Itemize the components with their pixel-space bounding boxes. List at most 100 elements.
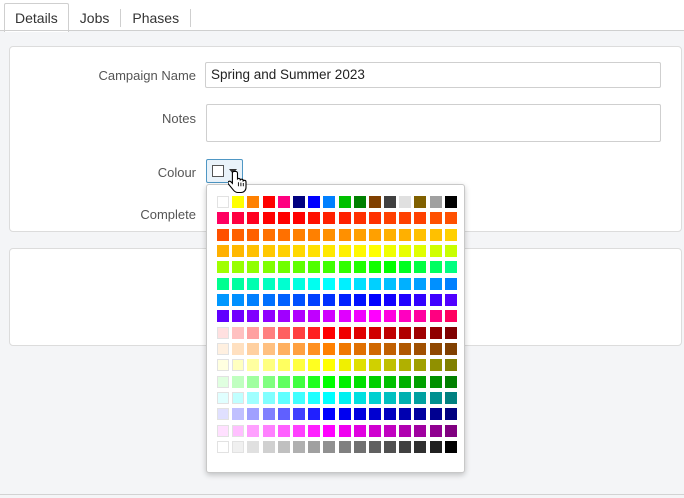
palette-swatch[interactable] — [217, 375, 229, 388]
palette-swatch[interactable] — [399, 245, 412, 258]
palette-swatch[interactable] — [414, 375, 427, 388]
palette-swatch[interactable] — [338, 228, 351, 241]
palette-swatch[interactable] — [414, 392, 427, 405]
tab-jobs[interactable]: Jobs — [69, 3, 121, 31]
palette-swatch[interactable] — [338, 245, 351, 258]
palette-swatch[interactable] — [277, 343, 290, 356]
palette-swatch[interactable] — [429, 441, 442, 454]
palette-swatch[interactable] — [444, 392, 457, 405]
palette-swatch[interactable] — [217, 441, 229, 454]
palette-swatch[interactable] — [414, 196, 427, 208]
palette-swatch[interactable] — [247, 228, 260, 241]
palette-swatch[interactable] — [247, 261, 260, 274]
palette-swatch[interactable] — [292, 228, 305, 241]
palette-swatch[interactable] — [232, 408, 245, 421]
palette-swatch[interactable] — [217, 245, 229, 258]
palette-swatch[interactable] — [308, 408, 321, 421]
palette-swatch[interactable] — [368, 277, 381, 290]
palette-swatch[interactable] — [384, 441, 397, 454]
palette-swatch[interactable] — [368, 245, 381, 258]
palette-swatch[interactable] — [444, 261, 457, 274]
palette-swatch[interactable] — [308, 228, 321, 241]
palette-swatch[interactable] — [444, 408, 457, 421]
palette-swatch[interactable] — [353, 196, 366, 208]
palette-swatch[interactable] — [444, 310, 457, 323]
palette-swatch[interactable] — [384, 277, 397, 290]
palette-swatch[interactable] — [414, 408, 427, 421]
palette-swatch[interactable] — [338, 326, 351, 339]
palette-swatch[interactable] — [232, 326, 245, 339]
palette-swatch[interactable] — [323, 375, 336, 388]
palette-swatch[interactable] — [384, 424, 397, 437]
palette-swatch[interactable] — [338, 408, 351, 421]
palette-swatch[interactable] — [262, 408, 275, 421]
palette-swatch[interactable] — [353, 359, 366, 372]
palette-swatch[interactable] — [247, 392, 260, 405]
palette-swatch[interactable] — [323, 408, 336, 421]
palette-swatch[interactable] — [399, 343, 412, 356]
palette-swatch[interactable] — [414, 343, 427, 356]
palette-swatch[interactable] — [323, 343, 336, 356]
palette-swatch[interactable] — [384, 212, 397, 225]
palette-swatch[interactable] — [292, 212, 305, 225]
palette-swatch[interactable] — [353, 424, 366, 437]
palette-swatch[interactable] — [262, 343, 275, 356]
palette-swatch[interactable] — [292, 245, 305, 258]
tab-details[interactable]: Details — [4, 3, 69, 32]
palette-swatch[interactable] — [444, 245, 457, 258]
palette-swatch[interactable] — [247, 441, 260, 454]
palette-swatch[interactable] — [277, 196, 290, 208]
palette-swatch[interactable] — [262, 261, 275, 274]
palette-swatch[interactable] — [368, 359, 381, 372]
palette-swatch[interactable] — [308, 359, 321, 372]
palette-swatch[interactable] — [308, 196, 321, 208]
palette-swatch[interactable] — [399, 326, 412, 339]
palette-swatch[interactable] — [217, 277, 229, 290]
palette-swatch[interactable] — [232, 310, 245, 323]
palette-swatch[interactable] — [308, 277, 321, 290]
palette-swatch[interactable] — [399, 441, 412, 454]
palette-swatch[interactable] — [353, 277, 366, 290]
palette-swatch[interactable] — [399, 261, 412, 274]
palette-swatch[interactable] — [399, 408, 412, 421]
palette-swatch[interactable] — [444, 424, 457, 437]
palette-swatch[interactable] — [353, 261, 366, 274]
palette-swatch[interactable] — [247, 343, 260, 356]
palette-swatch[interactable] — [429, 196, 442, 208]
palette-swatch[interactable] — [399, 359, 412, 372]
palette-swatch[interactable] — [399, 294, 412, 307]
palette-swatch[interactable] — [368, 212, 381, 225]
palette-swatch[interactable] — [444, 228, 457, 241]
palette-swatch[interactable] — [414, 359, 427, 372]
palette-swatch[interactable] — [399, 310, 412, 323]
palette-swatch[interactable] — [277, 277, 290, 290]
palette-swatch[interactable] — [262, 392, 275, 405]
palette-swatch[interactable] — [232, 294, 245, 307]
palette-swatch[interactable] — [323, 196, 336, 208]
palette-swatch[interactable] — [368, 441, 381, 454]
palette-swatch[interactable] — [247, 196, 260, 208]
palette-swatch[interactable] — [217, 392, 229, 405]
palette-swatch[interactable] — [308, 375, 321, 388]
palette-swatch[interactable] — [338, 392, 351, 405]
palette-swatch[interactable] — [353, 441, 366, 454]
palette-swatch[interactable] — [232, 424, 245, 437]
palette-swatch[interactable] — [368, 294, 381, 307]
palette-swatch[interactable] — [338, 359, 351, 372]
palette-swatch[interactable] — [277, 212, 290, 225]
palette-swatch[interactable] — [384, 392, 397, 405]
palette-swatch[interactable] — [277, 408, 290, 421]
palette-swatch[interactable] — [308, 441, 321, 454]
palette-swatch[interactable] — [262, 441, 275, 454]
palette-swatch[interactable] — [414, 212, 427, 225]
palette-swatch[interactable] — [277, 392, 290, 405]
palette-swatch[interactable] — [277, 326, 290, 339]
palette-swatch[interactable] — [232, 228, 245, 241]
palette-swatch[interactable] — [444, 196, 457, 208]
palette-swatch[interactable] — [247, 212, 260, 225]
palette-swatch[interactable] — [384, 408, 397, 421]
palette-swatch[interactable] — [292, 310, 305, 323]
palette-swatch[interactable] — [217, 196, 229, 208]
palette-swatch[interactable] — [247, 326, 260, 339]
palette-swatch[interactable] — [353, 408, 366, 421]
